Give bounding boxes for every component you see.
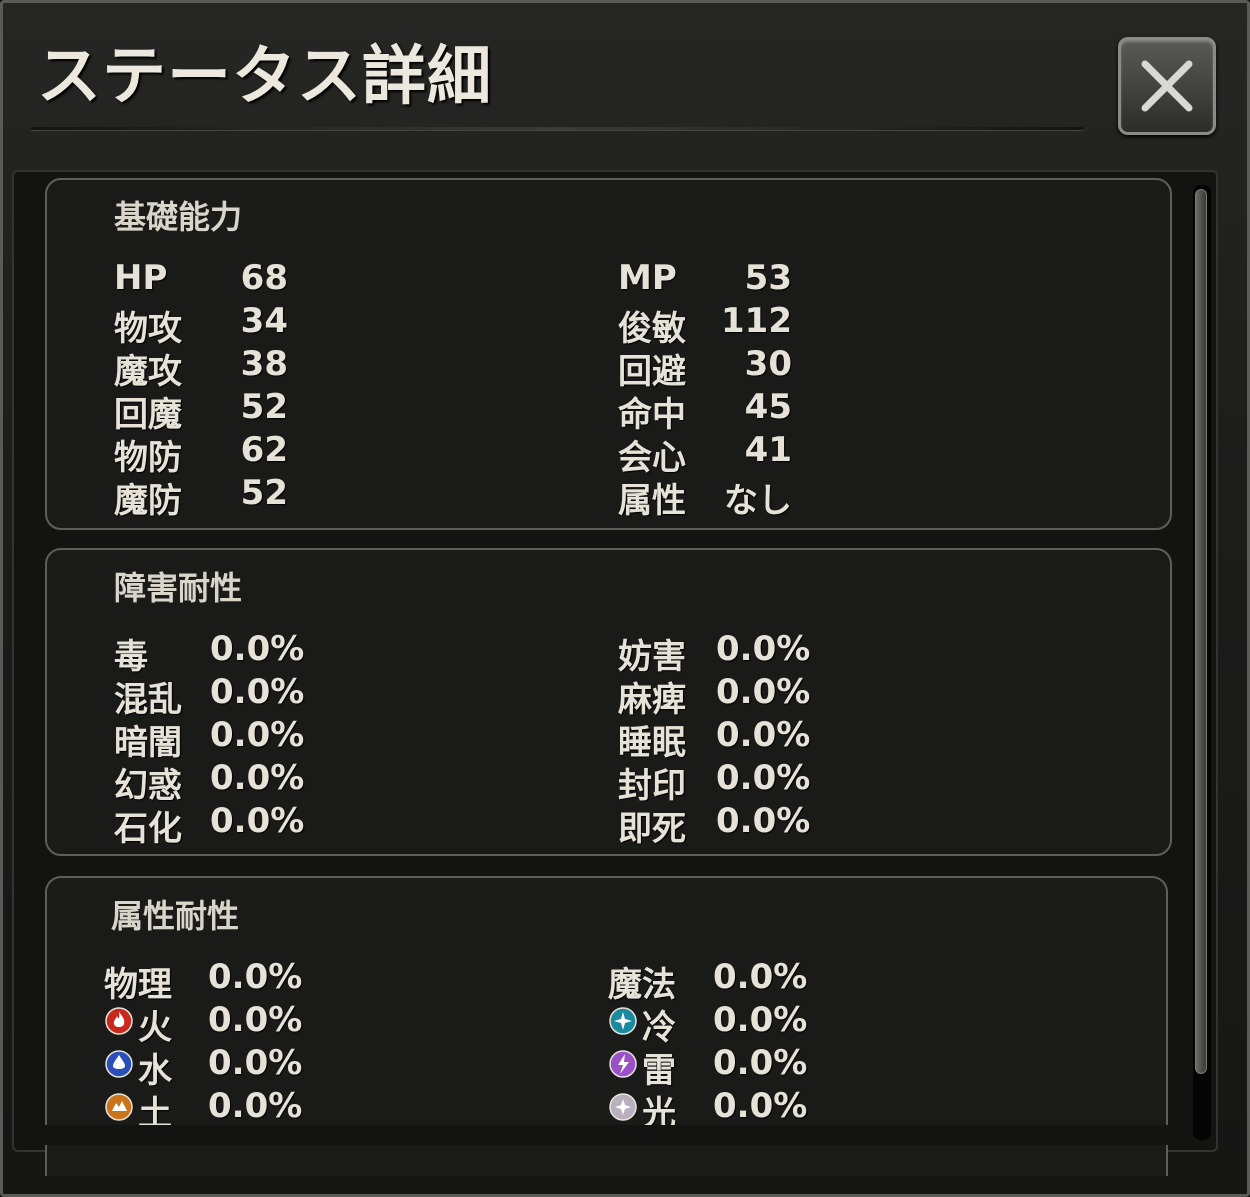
basic-stat-value: 34 [240, 301, 288, 341]
basic-stat-label: 魔防 [114, 481, 182, 521]
basic-stat-label: 属性 [618, 481, 686, 521]
basic-stat-value: 62 [240, 430, 288, 470]
scrollbar-thumb[interactable] [1195, 189, 1207, 1074]
basic-stat-value: 53 [744, 258, 792, 298]
basic-stat-label: 回避 [618, 352, 686, 392]
ailment-stat-label: 封印 [618, 766, 686, 806]
scrollbar[interactable] [1193, 185, 1211, 1140]
element-stat-label: 物理 [104, 965, 172, 1005]
basic-stat-label: 俊敏 [618, 309, 686, 349]
ice-icon [608, 1006, 638, 1036]
ailment-stat-value: 0.0% [716, 801, 811, 841]
ailment-stat-value: 0.0% [210, 715, 305, 755]
list-clip [20, 1125, 1185, 1145]
ailment-stat-label: 睡眠 [618, 723, 686, 763]
element-stat-value: 0.0% [208, 957, 303, 997]
close-button[interactable] [1118, 37, 1216, 135]
ailment-stat-label: 暗闇 [114, 723, 182, 763]
element-stat-value: 0.0% [713, 1086, 808, 1126]
light-icon [608, 1092, 638, 1122]
basic-stat-label: MP [618, 258, 677, 298]
ailment-stat-value: 0.0% [716, 758, 811, 798]
ailment-stat-value: 0.0% [210, 801, 305, 841]
basic-stat-value: 52 [240, 473, 288, 513]
basic-stat-label: 物防 [114, 438, 182, 478]
element-stat-label: 冷 [642, 1008, 676, 1048]
basic-stat-value: 38 [240, 344, 288, 384]
close-icon [1141, 60, 1193, 112]
ailment-stat-label: 石化 [114, 809, 182, 849]
basic-stat-label: HP [114, 258, 168, 298]
fire-icon [104, 1006, 134, 1036]
thunder-icon [608, 1049, 638, 1079]
element-stat-value: 0.0% [208, 1043, 303, 1083]
ailment-stat-label: 混乱 [114, 680, 182, 720]
ailment-stat-label: 幻惑 [114, 766, 182, 806]
earth-icon [104, 1092, 134, 1122]
basic-stat-label: 会心 [618, 438, 686, 478]
ailment-stat-label: 妨害 [618, 637, 686, 677]
water-icon [104, 1049, 134, 1079]
basic-stat-value: 45 [744, 387, 792, 427]
window-title: ステータス詳細 [37, 40, 492, 114]
element-stat-label: 火 [138, 1008, 172, 1048]
ailment-stat-value: 0.0% [210, 672, 305, 712]
basic-stats-title: 基礎能力 [114, 198, 243, 236]
basic-stat-value: 30 [744, 344, 792, 384]
element-stat-value: 0.0% [713, 1000, 808, 1040]
ailment-stat-value: 0.0% [210, 758, 305, 798]
title-divider [31, 127, 1083, 131]
ailment-stat-label: 毒 [114, 637, 148, 677]
element-stat-value: 0.0% [713, 957, 808, 997]
ailment-stat-label: 即死 [618, 809, 686, 849]
element-stat-value: 0.0% [208, 1086, 303, 1126]
basic-stat-value: なし [724, 481, 792, 521]
ailment-stat-value: 0.0% [716, 629, 811, 669]
basic-stat-label: 魔攻 [114, 352, 182, 392]
basic-stat-value: 68 [240, 258, 288, 298]
ailment-stat-value: 0.0% [716, 715, 811, 755]
ailment-resist-title: 障害耐性 [114, 569, 243, 607]
element-stat-label: 水 [138, 1051, 172, 1091]
basic-stat-value: 52 [240, 387, 288, 427]
element-stat-value: 0.0% [713, 1043, 808, 1083]
basic-stat-value: 112 [721, 301, 792, 341]
element-resist-title: 属性耐性 [111, 897, 240, 935]
basic-stat-label: 物攻 [114, 309, 182, 349]
element-stat-label: 魔法 [608, 965, 676, 1005]
ailment-stat-label: 麻痺 [618, 680, 686, 720]
basic-stat-value: 41 [744, 430, 792, 470]
ailment-stat-value: 0.0% [716, 672, 811, 712]
element-stat-value: 0.0% [208, 1000, 303, 1040]
basic-stat-label: 命中 [618, 395, 686, 435]
element-stat-label: 雷 [642, 1051, 676, 1091]
ailment-stat-value: 0.0% [210, 629, 305, 669]
basic-stat-label: 回魔 [114, 395, 182, 435]
